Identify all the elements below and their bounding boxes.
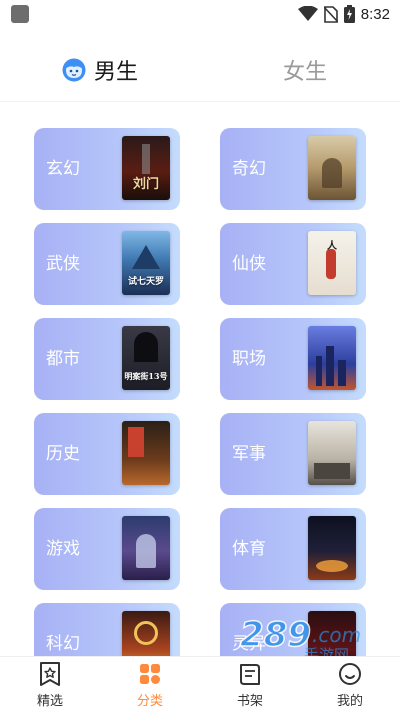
tab-male[interactable]: 男生	[62, 54, 138, 86]
book-cover	[308, 516, 356, 580]
category-card-kehuan[interactable]: 科幻	[34, 603, 180, 656]
category-card-zhichang[interactable]: 职场	[220, 318, 366, 400]
nav-item-bookshelf[interactable]: 书架	[200, 657, 300, 711]
category-label: 科幻	[46, 634, 80, 654]
gender-tabs: 男生 女生	[0, 52, 400, 92]
profile-icon	[339, 663, 361, 685]
no-sim-icon	[323, 5, 338, 23]
category-label: 奇幻	[232, 159, 266, 179]
book-cover: 人	[308, 231, 356, 295]
category-label: 体育	[232, 539, 266, 559]
category-label: 玄幻	[46, 159, 80, 179]
divider	[0, 101, 400, 102]
nav-label: 书架	[236, 694, 263, 709]
svg-text:289: 289	[240, 615, 311, 655]
status-bar: 8:32	[0, 0, 400, 28]
book-cover	[122, 611, 170, 656]
status-time: 8:32	[360, 5, 390, 23]
category-card-qihuan[interactable]: 奇幻	[220, 128, 366, 210]
category-card-tiyu[interactable]: 体育	[220, 508, 366, 590]
category-label: 都市	[46, 349, 80, 369]
book-cover	[122, 516, 170, 580]
category-label: 历史	[46, 444, 80, 464]
category-label: 职场	[232, 349, 266, 369]
category-label: 游戏	[46, 539, 80, 559]
category-card-wuxia[interactable]: 武侠 试七天罗	[34, 223, 180, 305]
book-cover: 明案街13号	[122, 326, 170, 390]
nav-label: 我的	[336, 694, 363, 709]
notification-icon	[11, 5, 29, 23]
category-grid: 玄幻 刘门 奇幻 武侠 试七天罗 仙侠 人 都市 明案街13号 职场 历史 军事…	[0, 128, 400, 656]
category-card-youxi[interactable]: 游戏	[34, 508, 180, 590]
boy-face-icon	[62, 58, 86, 82]
nav-label: 精选	[36, 694, 63, 709]
category-label: 武侠	[46, 254, 80, 274]
nav-item-profile[interactable]: 我的	[300, 657, 400, 711]
tab-female[interactable]: 女生	[283, 54, 327, 86]
category-label: 军事	[232, 444, 266, 464]
battery-charging-icon	[343, 5, 355, 23]
category-card-xuanhuan[interactable]: 玄幻 刘门	[34, 128, 180, 210]
site-watermark-logo: 289 .com 手游网	[239, 614, 361, 662]
svg-text:.com: .com	[312, 623, 361, 647]
category-label: 仙侠	[232, 254, 266, 274]
book-cover: 试七天罗	[122, 231, 170, 295]
category-grid-icon	[140, 664, 160, 684]
book-cover	[308, 136, 356, 200]
bottom-nav: 精选 分类 书架 我的	[0, 656, 400, 711]
category-card-xianxia[interactable]: 仙侠 人	[220, 223, 366, 305]
category-card-dushi[interactable]: 都市 明案街13号	[34, 318, 180, 400]
category-card-lishi[interactable]: 历史	[34, 413, 180, 495]
nav-item-featured[interactable]: 精选	[0, 657, 100, 711]
nav-label: 分类	[136, 694, 163, 709]
category-card-junshi[interactable]: 军事	[220, 413, 366, 495]
star-bookmark-icon	[40, 662, 60, 686]
book-cover	[308, 326, 356, 390]
book-cover	[122, 421, 170, 485]
nav-item-category[interactable]: 分类	[100, 657, 200, 711]
wifi-icon	[297, 6, 318, 21]
book-cover	[308, 421, 356, 485]
tab-male-label: 男生	[94, 60, 139, 85]
book-cover: 刘门	[122, 136, 170, 200]
bookshelf-icon	[240, 664, 260, 685]
